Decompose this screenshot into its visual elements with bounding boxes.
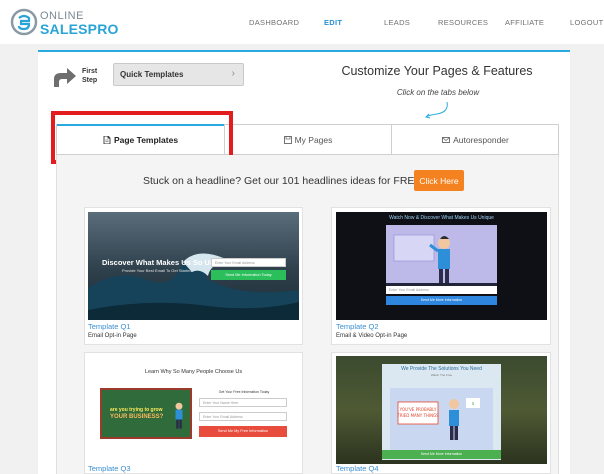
- q1-email-input: Enter Your Email Address: [211, 258, 286, 267]
- top-navigation-bar: ONLINE SALESPRO DASHBOARD EDIT LEADS RES…: [0, 0, 604, 44]
- q4-headline: We Provide The Solutions You Need: [401, 366, 482, 372]
- tab-my-pages-label: My Pages: [294, 134, 333, 145]
- q3-headline: Learn Why So Many People Choose Us: [144, 369, 243, 375]
- template-q1-desc: Email Opt-in Page: [88, 333, 137, 339]
- tab-my-pages[interactable]: My Pages: [224, 124, 392, 154]
- quick-templates-button[interactable]: Quick Templates ›: [113, 63, 244, 86]
- click-here-button[interactable]: Click Here: [414, 170, 464, 191]
- logo-text-salespro: SALESPRO: [40, 21, 119, 37]
- q2-submit-button: Send Me More Information: [386, 296, 497, 305]
- template-q1-preview[interactable]: Discover What Makes Us So Unique Provide…: [88, 212, 299, 320]
- nav-logout[interactable]: LOGOUT: [570, 18, 603, 27]
- customize-title: Customize Your Pages & Features: [341, 64, 533, 78]
- nav-affiliate[interactable]: AFFILIATE: [505, 18, 544, 27]
- template-q1-name[interactable]: Template Q1: [88, 322, 131, 331]
- q3-submit-button: Send Me My Free Information: [199, 426, 287, 437]
- presenter-illustration: [175, 402, 183, 429]
- q2-headline: Watch Now & Discover What Makes Us Uniqu…: [389, 215, 494, 221]
- save-icon: [283, 135, 292, 144]
- presenter-illustration: [386, 225, 497, 290]
- svg-text:$: $: [472, 401, 475, 406]
- template-q2-preview[interactable]: Watch Now & Discover What Makes Us Uniqu…: [336, 212, 547, 320]
- quick-templates-label: Quick Templates: [120, 70, 184, 79]
- curly-arrow-icon: [425, 101, 448, 119]
- q2-video-player: [386, 225, 497, 290]
- q3-email-input: Enter Your Email Address: [199, 412, 287, 421]
- q4-content-panel: YOU'VE PROBABLY TRIED MANY THINGS $: [382, 364, 501, 460]
- tab-autoresponder-label: Autoresponder: [453, 134, 509, 145]
- template-q3-name[interactable]: Template Q3: [88, 464, 131, 473]
- template-q2-desc: Email & Video Opt-in Page: [336, 333, 408, 339]
- online-sales-pro-logo[interactable]: ONLINE SALESPRO: [10, 8, 118, 37]
- template-q3-preview[interactable]: Learn Why So Many People Choose Us are y…: [88, 360, 299, 468]
- q1-submit-button: Send Me Information Today: [211, 270, 286, 280]
- nav-resources[interactable]: RESOURCES: [438, 18, 488, 27]
- first-step-label: First Step: [82, 68, 98, 84]
- template-q4-preview[interactable]: YOU'VE PROBABLY TRIED MANY THINGS $ We P…: [336, 356, 547, 464]
- template-q2-name[interactable]: Template Q2: [336, 322, 379, 331]
- q3-chalkboard: are you trying to grow YOUR BUSINESS?: [100, 388, 192, 439]
- q3-form-title: Get Your Free Information Today: [218, 390, 270, 394]
- svg-text:TRIED MANY THINGS: TRIED MANY THINGS: [396, 413, 439, 418]
- q1-subtext: Provide Your Best Email To Get Started: [122, 268, 192, 273]
- headline-promo-text: Stuck on a headline? Get our 101 headlin…: [143, 175, 425, 187]
- envelope-icon: [442, 136, 451, 143]
- tab-autoresponder[interactable]: Autoresponder: [392, 124, 559, 154]
- presenter-illustration: YOU'VE PROBABLY TRIED MANY THINGS $: [382, 364, 501, 460]
- svg-text:YOU'VE PROBABLY: YOU'VE PROBABLY: [399, 407, 437, 412]
- curved-arrow-icon: [54, 68, 76, 87]
- q2-email-input: Enter Your Email Address: [386, 286, 497, 294]
- nav-leads[interactable]: LEADS: [384, 18, 410, 27]
- template-q4-name[interactable]: Template Q4: [336, 464, 379, 473]
- nav-dashboard[interactable]: DASHBOARD: [249, 18, 299, 27]
- logo-mark-icon: [10, 8, 38, 36]
- q4-subtext: Watch The Free: [430, 373, 453, 377]
- customize-subtitle: Click on the tabs below: [396, 88, 480, 97]
- q3-name-input: Enter Your Name Here: [199, 398, 287, 407]
- q4-submit-button: Send Me More Information: [382, 450, 501, 459]
- nav-edit[interactable]: EDIT: [324, 18, 342, 27]
- chevron-right-icon: ›: [231, 68, 235, 79]
